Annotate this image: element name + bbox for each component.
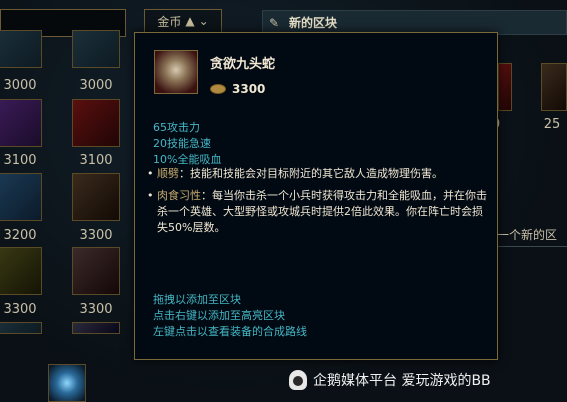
item-slot[interactable]	[0, 322, 42, 334]
sort-ascending-icon: ▲	[185, 14, 195, 28]
passive-entry: • 顺劈：技能和技能会对目标附近的其它敌人造成物理伤害。	[147, 166, 487, 182]
item-name: 贪欲九头蛇	[210, 57, 276, 72]
item-price: 3300	[79, 228, 113, 243]
tooltip-hints: 拖拽以添加至区块 点击右键以添加至高亮区块 左键点击以查看装备的合成路线	[153, 292, 307, 340]
item-slot[interactable]	[72, 247, 120, 295]
stat-line: 20技能急速	[153, 137, 211, 150]
hint-line: 左键点击以查看装备的合成路线	[153, 325, 307, 338]
passive-body: 顺劈：技能和技能会对目标附近的其它敌人造成物理伤害。	[157, 166, 443, 182]
chevron-down-icon: ⌄	[198, 14, 209, 28]
item-slot[interactable]	[72, 173, 120, 221]
item-icon	[154, 50, 198, 94]
item-price: 3300	[3, 302, 37, 317]
item-price: 3100	[3, 153, 37, 168]
gold-coin-icon	[210, 84, 226, 94]
passive-text: 技能和技能会对目标附近的其它敌人造成物理伤害。	[190, 167, 443, 180]
watermark-text: 企鹅媒体平台 爱玩游戏的BB	[313, 373, 491, 389]
item-tooltip: 贪欲九头蛇 3300 65攻击力 20技能急速 10%全能吸血 • 顺劈：技能和…	[134, 32, 498, 360]
edit-icon[interactable]: ✎	[269, 16, 283, 30]
bullet-icon: •	[147, 167, 154, 180]
item-slot[interactable]	[498, 63, 512, 111]
item-price: 3000	[3, 78, 37, 93]
item-slot[interactable]	[0, 173, 42, 221]
passive-body: 肉食习性：每当你击杀一个小兵时获得攻击力和全能吸血，并在你击杀一个英雄、大型野怪…	[157, 188, 487, 236]
block-title: 新的区块	[289, 16, 338, 30]
passive-separator: ：	[201, 189, 212, 202]
item-price: 3200	[3, 228, 37, 243]
item-cost: 3300	[210, 82, 265, 96]
passive-name: 肉食习性	[157, 189, 201, 202]
sort-label: 金币	[157, 14, 182, 29]
item-slot[interactable]	[72, 99, 120, 147]
item-slot[interactable]	[0, 99, 42, 147]
hint-line: 点击右键以添加至高亮区块	[153, 309, 285, 322]
item-slot[interactable]	[541, 63, 567, 111]
item-price: 3100	[79, 153, 113, 168]
item-slot[interactable]	[48, 364, 86, 402]
passive-entry: • 肉食习性：每当你击杀一个小兵时获得攻击力和全能吸血，并在你击杀一个英雄、大型…	[147, 188, 487, 236]
item-slot[interactable]	[72, 30, 120, 68]
stat-line: 65攻击力	[153, 121, 200, 134]
passive-separator: ：	[179, 167, 190, 180]
penguin-icon	[289, 370, 307, 390]
item-price: 3300	[79, 302, 113, 317]
item-passives: • 顺劈：技能和技能会对目标附近的其它敌人造成物理伤害。 • 肉食习性：每当你击…	[147, 166, 487, 242]
item-cost-value: 3300	[232, 82, 266, 96]
item-price: 25	[543, 117, 561, 132]
bullet-icon: •	[147, 189, 154, 202]
hint-line: 拖拽以添加至区块	[153, 293, 241, 306]
passive-name: 顺劈	[157, 167, 179, 180]
item-slot[interactable]	[0, 247, 42, 295]
item-stats: 65攻击力 20技能急速 10%全能吸血	[153, 120, 221, 168]
watermark: 企鹅媒体平台 爱玩游戏的BB	[289, 370, 491, 390]
new-block-prompt: 一个新的区	[497, 228, 558, 242]
item-slot[interactable]	[0, 30, 42, 68]
sort-by-gold-button[interactable]: 金币 ▲ ⌄	[144, 9, 222, 33]
item-price: 3000	[79, 78, 113, 93]
divider	[497, 246, 567, 247]
item-slot[interactable]	[72, 322, 120, 334]
